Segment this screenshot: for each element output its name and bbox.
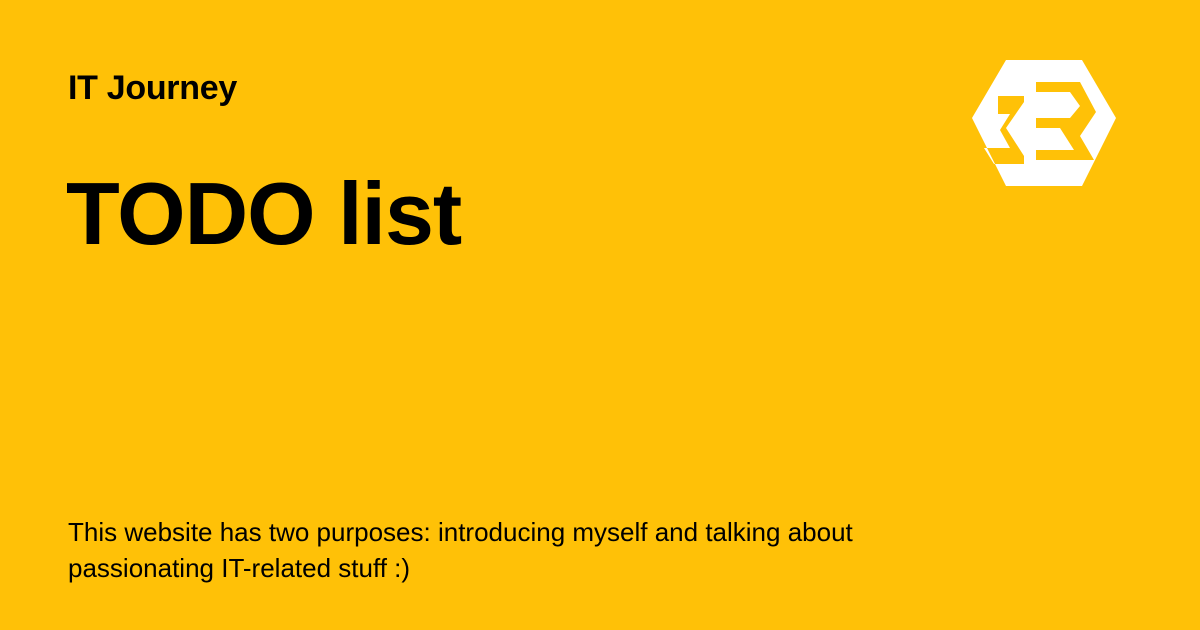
page-title: TODO list [66,164,462,263]
site-description: This website has two purposes: introduci… [68,517,853,583]
hexagon-logo-icon [970,58,1118,188]
site-name: IT Journey [68,69,237,107]
social-card: IT Journey TODO list This website has tw… [0,0,1200,630]
